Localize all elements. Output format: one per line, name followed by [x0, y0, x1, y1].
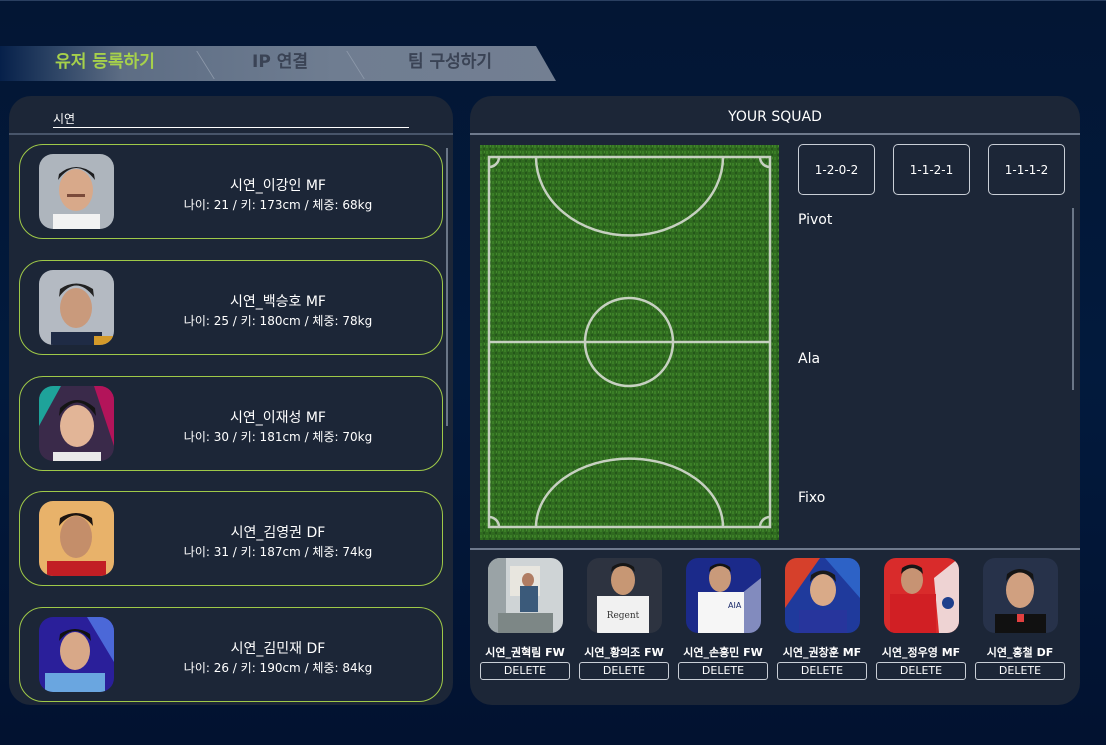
player-search-panel: 시연_이강인 MF 나이: 21 / 키: 173cm / 체중: 68kg 시…	[9, 96, 453, 705]
squad-member: 시연_권창훈 MF DELETE	[776, 558, 868, 683]
delete-button[interactable]: DELETE	[777, 662, 867, 680]
delete-button[interactable]: DELETE	[876, 662, 966, 680]
delete-button[interactable]: DELETE	[579, 662, 669, 680]
formation-button-1-1-1-2[interactable]: 1-1-1-2	[988, 144, 1065, 195]
member-name: 시연_손흥민 FW	[683, 646, 763, 659]
squad-member: AIA 시연_손흥민 FW DELETE	[677, 558, 769, 683]
member-photo	[785, 558, 860, 633]
divider	[470, 133, 1080, 135]
player-stats: 나이: 25 / 키: 180cm / 체중: 78kg	[183, 314, 373, 328]
tab-register-user[interactable]: 유저 등록하기	[20, 46, 190, 81]
player-photo	[39, 386, 114, 461]
player-photo	[39, 270, 114, 345]
squad-member: 시연_권혁림 FW DELETE	[479, 558, 571, 683]
squad-title: YOUR SQUAD	[728, 109, 822, 125]
member-name: 시연_황의조 FW	[584, 646, 664, 659]
member-photo	[488, 558, 563, 633]
squad-member: 시연_홍철 DF DELETE	[974, 558, 1066, 683]
search-field[interactable]	[53, 108, 409, 128]
formation-button-1-1-2-1[interactable]: 1-1-2-1	[893, 144, 970, 195]
search-input[interactable]	[53, 109, 409, 128]
player-name: 시연_김영권 DF	[230, 525, 326, 541]
member-photo: AIA	[686, 558, 761, 633]
player-photo	[39, 617, 114, 692]
member-name: 시연_권혁림 FW	[485, 646, 565, 659]
formation-button-1-2-0-2[interactable]: 1-2-0-2	[798, 144, 875, 195]
player-card[interactable]: 시연_이재성 MF 나이: 30 / 키: 181cm / 체중: 70kg	[19, 376, 443, 471]
player-name: 시연_이강인 MF	[230, 178, 326, 194]
player-stats: 나이: 21 / 키: 173cm / 체중: 68kg	[183, 198, 373, 212]
delete-button[interactable]: DELETE	[480, 662, 570, 680]
tab-ip-connect[interactable]: IP 연결	[205, 46, 355, 81]
divider	[9, 133, 453, 135]
player-card[interactable]: 시연_이강인 MF 나이: 21 / 키: 173cm / 체중: 68kg	[19, 144, 443, 239]
player-list: 시연_이강인 MF 나이: 21 / 키: 173cm / 체중: 68kg 시…	[19, 144, 443, 705]
svg-text:AIA: AIA	[728, 601, 742, 610]
member-name: 시연_권창훈 MF	[782, 646, 862, 659]
position-label-fixo: Fixo	[798, 490, 826, 506]
member-photo	[983, 558, 1058, 633]
player-name: 시연_백승호 MF	[230, 294, 326, 310]
futsal-pitch[interactable]	[480, 145, 779, 540]
squad-panel: YOUR SQUAD 1-2-0-2 1-1-2-1 1-1-1-2 Pivot…	[470, 96, 1080, 705]
player-photo	[39, 154, 114, 229]
player-stats: 나이: 26 / 키: 190cm / 체중: 84kg	[183, 661, 373, 675]
player-stats: 나이: 30 / 키: 181cm / 체중: 70kg	[183, 430, 373, 444]
position-label-ala: Ala	[798, 351, 821, 367]
player-photo	[39, 501, 114, 576]
svg-text:Regent: Regent	[607, 611, 640, 621]
player-list-scrollbar[interactable]	[446, 148, 448, 426]
divider	[470, 548, 1080, 550]
player-stats: 나이: 31 / 키: 187cm / 체중: 74kg	[183, 545, 373, 559]
member-name: 시연_정우영 MF	[881, 646, 961, 659]
tab-team-build[interactable]: 팀 구성하기	[360, 46, 540, 81]
player-card[interactable]: 시연_백승호 MF 나이: 25 / 키: 180cm / 체중: 78kg	[19, 260, 443, 355]
delete-button[interactable]: DELETE	[678, 662, 768, 680]
top-border	[0, 0, 1106, 1]
delete-button[interactable]: DELETE	[975, 662, 1065, 680]
step-tabs: 유저 등록하기 IP 연결 팀 구성하기	[0, 46, 556, 81]
player-name: 시연_김민재 DF	[230, 641, 326, 657]
player-name: 시연_이재성 MF	[230, 410, 326, 426]
position-scrollbar[interactable]	[1072, 208, 1074, 390]
squad-member: 시연_정우영 MF DELETE	[875, 558, 967, 683]
member-name: 시연_홍철 DF	[986, 646, 1054, 659]
member-photo	[884, 558, 959, 633]
player-card[interactable]: 시연_김영권 DF 나이: 31 / 키: 187cm / 체중: 74kg	[19, 491, 443, 586]
member-photo: Regent	[587, 558, 662, 633]
player-card[interactable]: 시연_김민재 DF 나이: 26 / 키: 190cm / 체중: 84kg	[19, 607, 443, 702]
position-label-pivot: Pivot	[798, 212, 833, 228]
squad-member: Regent 시연_황의조 FW DELETE	[578, 558, 670, 683]
